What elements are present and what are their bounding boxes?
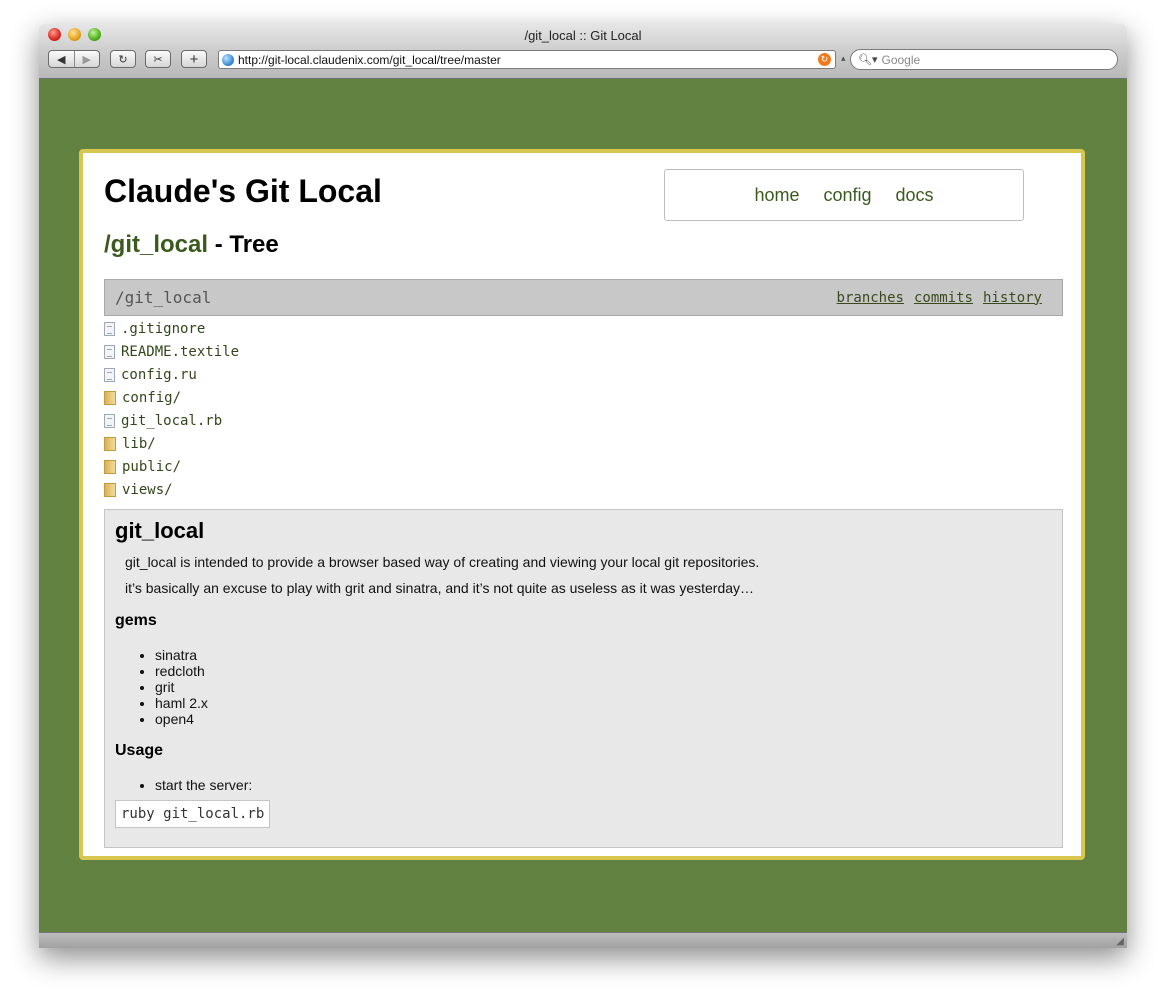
list-item: start the server: xyxy=(155,777,252,793)
code-block: ruby git_local.rb xyxy=(115,800,271,828)
file-link[interactable]: .gitignore xyxy=(121,321,205,337)
file-icon xyxy=(104,413,115,428)
file-icon xyxy=(104,367,115,382)
file-link[interactable]: git_local.rb xyxy=(121,413,222,429)
tree-path: /git_local xyxy=(115,288,212,307)
page-heading: /git_local - Tree xyxy=(104,231,279,259)
search-icon: 🔍︎▾ xyxy=(858,54,878,66)
site-title: Claude's Git Local xyxy=(104,173,382,209)
readme-panel: git_local git_local is intended to provi… xyxy=(104,509,1063,848)
folder-link[interactable]: public/ xyxy=(122,459,181,475)
status-bar: ◢ xyxy=(39,932,1127,948)
branches-link[interactable]: branches xyxy=(837,290,904,306)
folder-icon xyxy=(104,436,116,451)
back-forward-buttons: ◀ ▶ xyxy=(48,50,100,68)
folder-icon xyxy=(104,482,116,497)
gems-heading: gems xyxy=(115,612,157,629)
address-text: http://git-local.claudenix.com/git_local… xyxy=(238,52,501,67)
commits-link[interactable]: commits xyxy=(914,290,973,306)
file-link[interactable]: config.ru xyxy=(121,367,197,383)
globe-icon xyxy=(222,53,234,66)
plus-icon: + xyxy=(189,50,199,68)
file-icon xyxy=(104,321,115,336)
content-card: Claude's Git Local home config docs /git… xyxy=(79,149,1085,860)
folder-icon xyxy=(104,390,116,405)
address-bar[interactable]: http://git-local.claudenix.com/git_local… xyxy=(218,50,836,69)
folder-link[interactable]: lib/ xyxy=(122,436,156,452)
repo-link[interactable]: /git_local xyxy=(104,231,208,258)
reload-button[interactable]: ↻ xyxy=(110,50,136,68)
heading-suffix: - Tree xyxy=(208,231,279,258)
file-icon xyxy=(104,344,115,359)
gems-list: sinatra redcloth grit haml 2.x open4 xyxy=(135,647,208,727)
file-link[interactable]: README.textile xyxy=(121,344,239,360)
folder-link[interactable]: config/ xyxy=(122,390,181,406)
snapback-icon: ✂ xyxy=(153,53,163,66)
search-field[interactable]: 🔍︎▾ Google xyxy=(850,49,1118,70)
folder-link[interactable]: views/ xyxy=(122,482,173,498)
readme-intro-2: it’s basically an excuse to play with gr… xyxy=(125,580,755,596)
back-arrow-icon[interactable]: ◀ xyxy=(49,53,74,66)
rss-icon[interactable]: ↻ xyxy=(818,53,831,66)
list-item: config/ xyxy=(104,386,239,409)
add-bookmark-button[interactable]: + xyxy=(181,50,207,68)
nav-config-link[interactable]: config xyxy=(823,185,871,206)
reload-icon: ↻ xyxy=(118,53,128,66)
nav-home-link[interactable]: home xyxy=(754,185,799,206)
resize-grip-icon[interactable]: ◢ xyxy=(1116,936,1124,947)
page-viewport: Claude's Git Local home config docs /git… xyxy=(39,79,1127,932)
nav-docs-link[interactable]: docs xyxy=(896,185,934,206)
window-title: /git_local :: Git Local xyxy=(524,28,642,43)
folder-icon xyxy=(104,459,116,474)
history-link[interactable]: history xyxy=(983,290,1042,306)
list-item: public/ xyxy=(104,455,239,478)
list-item: haml 2.x xyxy=(155,695,208,711)
top-nav: home config docs xyxy=(664,169,1024,221)
browser-toolbar: /git_local :: Git Local ◀ ▶ ↻ ✂ + http:/… xyxy=(39,24,1127,79)
readme-title: git_local xyxy=(115,518,205,543)
snapback-button[interactable]: ✂ xyxy=(145,50,171,68)
list-item: lib/ xyxy=(104,432,239,455)
tree-header: /git_local branches commits history xyxy=(104,279,1063,316)
list-item: sinatra xyxy=(155,647,208,663)
usage-heading: Usage xyxy=(115,742,164,759)
list-item: git_local.rb xyxy=(104,409,239,432)
browser-window: /git_local :: Git Local ◀ ▶ ↻ ✂ + http:/… xyxy=(39,24,1127,948)
search-placeholder: Google xyxy=(881,52,921,67)
file-list: .gitignore README.textile config.ru conf… xyxy=(104,317,239,501)
list-item: redcloth xyxy=(155,663,208,679)
readme-intro: git_local is intended to provide a brows… xyxy=(125,554,760,570)
forward-arrow-icon[interactable]: ▶ xyxy=(74,53,99,66)
usage-list: start the server: xyxy=(135,777,252,793)
list-item: open4 xyxy=(155,711,208,727)
chevron-icon[interactable]: ▴ xyxy=(841,53,846,64)
list-item: views/ xyxy=(104,478,239,501)
list-item: config.ru xyxy=(104,363,239,386)
list-item: .gitignore xyxy=(104,317,239,340)
list-item: README.textile xyxy=(104,340,239,363)
list-item: grit xyxy=(155,679,208,695)
tree-links: branches commits history xyxy=(837,290,1042,306)
